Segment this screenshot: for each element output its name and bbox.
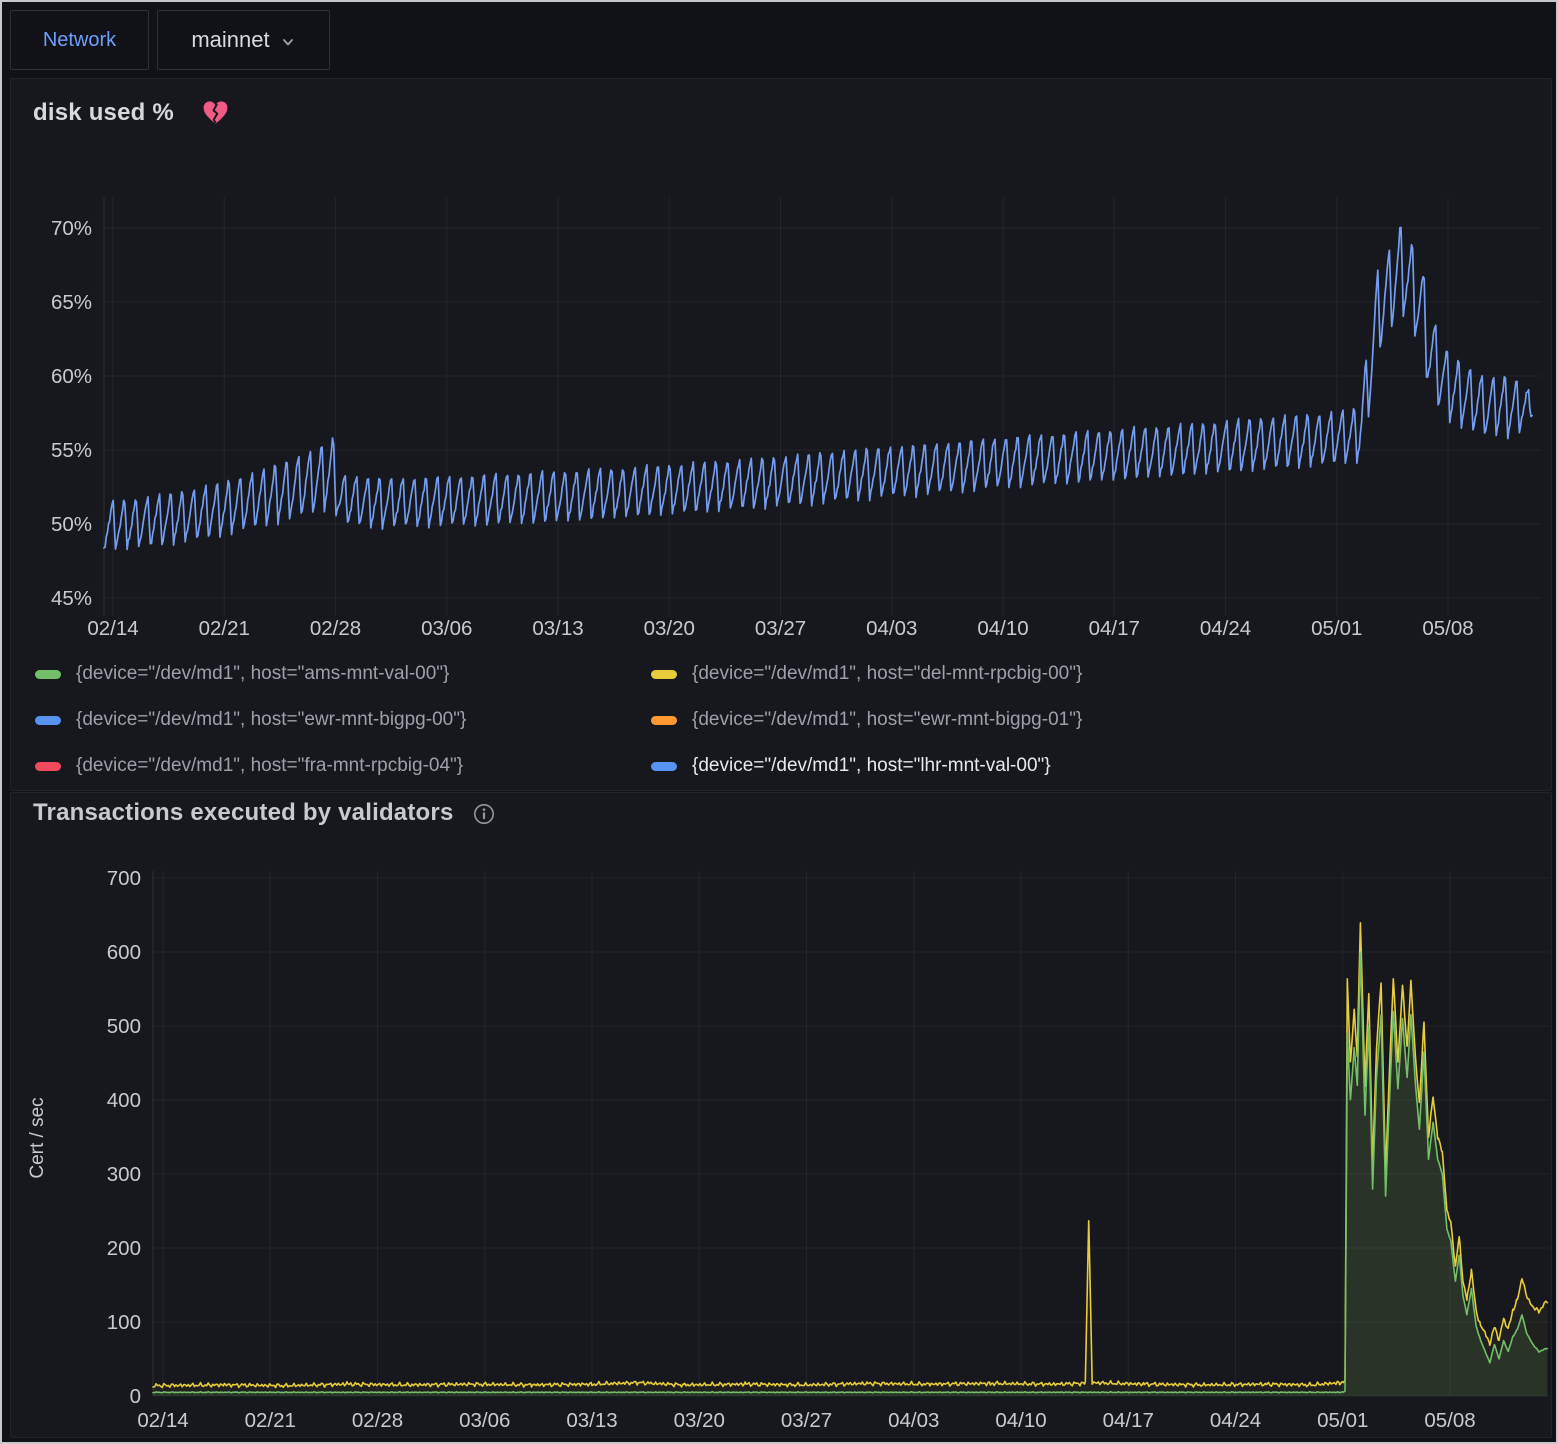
x-axis-tick-label: 04/10: [995, 1409, 1046, 1432]
x-axis-tick-label: 02/28: [352, 1409, 403, 1432]
transactions-chart[interactable]: 0 100 200 300 400 500 600 700 02/14 02/21 02/28 03/…: [11, 793, 1551, 1437]
x-axis-tick-label: 02/14: [87, 617, 138, 640]
x-axis-tick-label: 03/20: [644, 617, 695, 640]
y-axis-tick-label: 55%: [51, 439, 92, 462]
legend-item[interactable]: {device="/dev/md1", host="ewr-mnt-bigpg-…: [651, 709, 1082, 731]
x-axis-tick-label: 05/01: [1311, 617, 1362, 640]
transactions-panel: Transactions executed by validators 0 100…: [10, 792, 1552, 1438]
transactions-panel-title[interactable]: Transactions executed by validators: [33, 799, 454, 827]
x-axis-tick-label: 02/14: [137, 1409, 188, 1432]
y-axis-tick-label: 50%: [51, 513, 92, 536]
x-axis-tick-label: 03/13: [532, 617, 583, 640]
alert-broken-heart-icon: [202, 101, 229, 126]
legend-series-swatch[interactable]: [35, 716, 61, 725]
legend-row: {device="/dev/md1", host="fra-mnt-rpcbig…: [35, 743, 1535, 789]
network-variable-label: Network: [43, 29, 116, 52]
network-variable-dropdown[interactable]: mainnet: [157, 10, 330, 70]
legend-series-swatch[interactable]: [651, 762, 677, 771]
y-axis-tick-label: 70%: [51, 217, 92, 240]
series-line: [153, 952, 1547, 1393]
x-axis-tick-label: 04/03: [866, 617, 917, 640]
x-axis-tick-label: 02/28: [310, 617, 361, 640]
grafana-dashboard: Network mainnet disk used % 45% 50% 55% 60%…: [0, 0, 1558, 1444]
y-axis-tick-label: 200: [107, 1237, 141, 1260]
legend-series-label[interactable]: {device="/dev/md1", host="ewr-mnt-bigpg-…: [692, 709, 1082, 731]
disk-used-panel: disk used % 45% 50% 55% 60% 65% 70% 02/14 02/21…: [10, 78, 1552, 791]
y-axis-tick-label: 500: [107, 1015, 141, 1038]
chevron-down-icon: [280, 34, 296, 50]
x-axis-tick-label: 03/20: [674, 1409, 725, 1432]
x-axis-tick-label: 04/24: [1200, 617, 1251, 640]
x-axis-tick-label: 04/03: [888, 1409, 939, 1432]
series-line: [104, 228, 1532, 550]
legend-series-swatch[interactable]: [35, 762, 61, 771]
x-axis-tick-label: 05/01: [1317, 1409, 1368, 1432]
legend-series-label[interactable]: {device="/dev/md1", host="del-mnt-rpcbig…: [692, 663, 1082, 685]
disk-used-panel-title[interactable]: disk used %: [33, 99, 174, 127]
y-axis-tick-label: 0: [130, 1385, 141, 1408]
legend-item[interactable]: {device="/dev/md1", host="ams-mnt-val-00…: [35, 663, 651, 685]
y-axis-tick-label: 100: [107, 1311, 141, 1334]
y-axis-tick-label: 600: [107, 941, 141, 964]
x-axis-tick-label: 03/06: [459, 1409, 510, 1432]
x-axis-tick-label: 04/17: [1089, 617, 1140, 640]
legend-item[interactable]: {device="/dev/md1", host="del-mnt-rpcbig…: [651, 663, 1082, 685]
y-axis-tick-label: 65%: [51, 291, 92, 314]
legend-item[interactable]: {device="/dev/md1", host="lhr-mnt-val-00…: [651, 755, 1051, 777]
gridlines: [104, 197, 1540, 616]
y-axis-title: Cert / sec: [27, 1097, 48, 1178]
legend-series-label[interactable]: {device="/dev/md1", host="fra-mnt-rpcbig…: [76, 755, 463, 777]
x-axis-tick-label: 03/27: [755, 617, 806, 640]
disk-used-legend: {device="/dev/md1", host="ams-mnt-val-00…: [35, 651, 1535, 789]
gridlines: [153, 871, 1549, 1396]
x-axis-tick-label: 02/21: [199, 617, 250, 640]
x-axis-tick-label: 03/06: [421, 617, 472, 640]
y-axis-tick-label: 700: [107, 867, 141, 890]
info-icon[interactable]: [472, 802, 496, 826]
network-variable-label-box: Network: [10, 10, 149, 70]
legend-series-swatch[interactable]: [35, 670, 61, 679]
legend-series-label[interactable]: {device="/dev/md1", host="lhr-mnt-val-00…: [692, 755, 1051, 777]
x-axis-tick-label: 02/21: [245, 1409, 296, 1432]
legend-row: {device="/dev/md1", host="ewr-mnt-bigpg-…: [35, 697, 1535, 743]
legend-series-swatch[interactable]: [651, 670, 677, 679]
legend-series-swatch[interactable]: [651, 716, 677, 725]
y-axis-tick-label: 400: [107, 1089, 141, 1112]
legend-series-label[interactable]: {device="/dev/md1", host="ams-mnt-val-00…: [76, 663, 449, 685]
x-axis-tick-label: 05/08: [1422, 617, 1473, 640]
y-axis-tick-label: 300: [107, 1163, 141, 1186]
x-axis-tick-label: 05/08: [1424, 1409, 1475, 1432]
series-line: [153, 923, 1547, 1388]
y-axis-tick-label: 60%: [51, 365, 92, 388]
x-axis-tick-label: 04/10: [977, 617, 1028, 640]
legend-series-label[interactable]: {device="/dev/md1", host="ewr-mnt-bigpg-…: [76, 709, 466, 731]
legend-row: {device="/dev/md1", host="ams-mnt-val-00…: [35, 651, 1535, 697]
x-axis-tick-label: 03/13: [566, 1409, 617, 1432]
x-axis-tick-label: 04/17: [1103, 1409, 1154, 1432]
series-area-fill: [153, 923, 1547, 1396]
x-axis-tick-label: 04/24: [1210, 1409, 1261, 1432]
legend-item[interactable]: {device="/dev/md1", host="fra-mnt-rpcbig…: [35, 755, 651, 777]
legend-item[interactable]: {device="/dev/md1", host="ewr-mnt-bigpg-…: [35, 709, 651, 731]
y-axis-tick-label: 45%: [51, 587, 92, 610]
x-axis-tick-label: 03/27: [781, 1409, 832, 1432]
network-variable-value[interactable]: mainnet: [191, 27, 269, 53]
